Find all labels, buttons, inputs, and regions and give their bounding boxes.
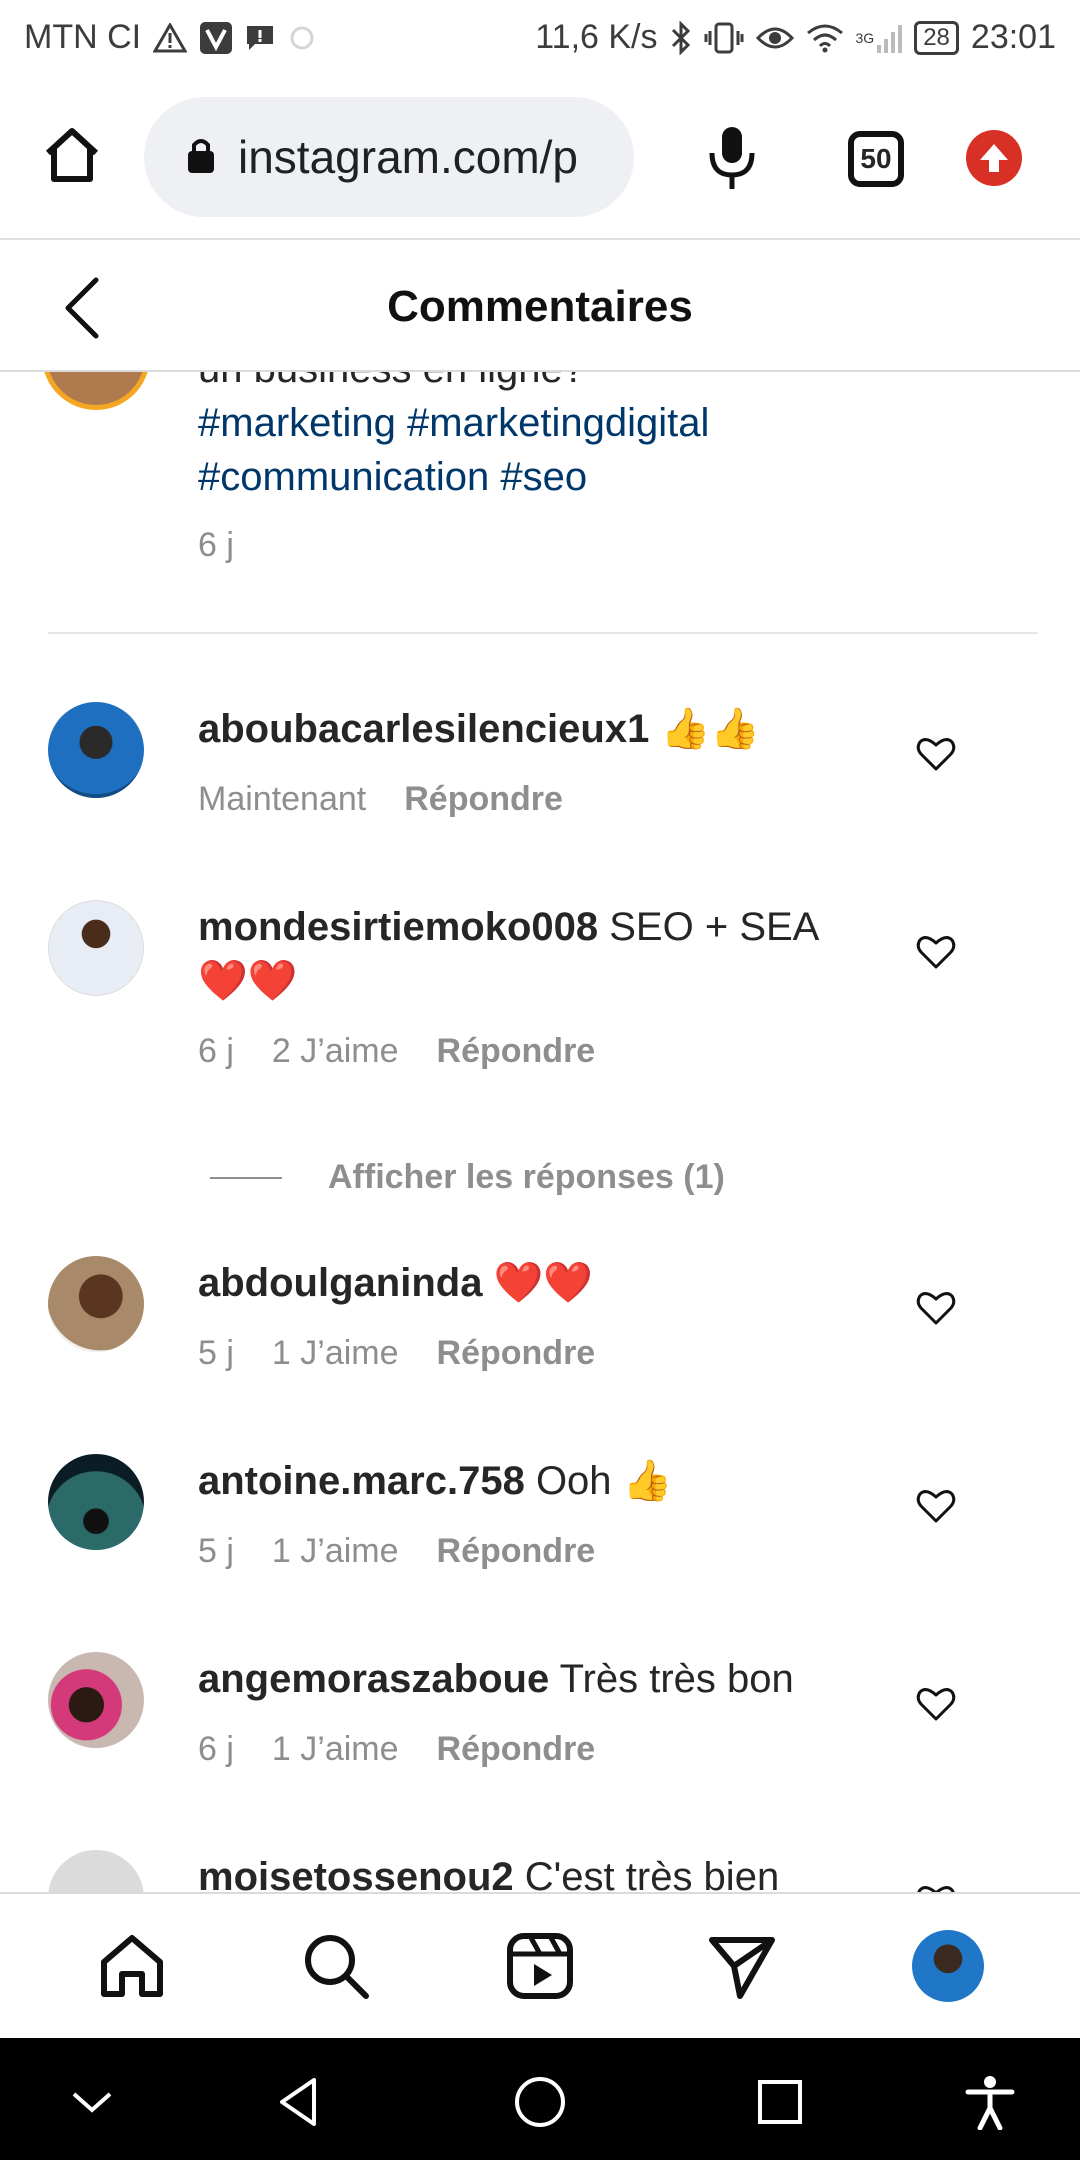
heart-icon[interactable] <box>916 1290 956 1326</box>
status-bar: MTN CI 11,6 K/s 3G 28 23:01 <box>0 0 1080 75</box>
reply-button[interactable]: Répondre <box>437 1532 596 1571</box>
search-icon[interactable] <box>300 1930 372 2002</box>
update-arrow-icon[interactable] <box>966 130 1022 186</box>
direct-message-icon[interactable] <box>706 1930 778 2002</box>
comment-time: 5 j <box>198 1334 234 1372</box>
comment-username[interactable]: aboubacarlesilencieux1 <box>198 707 649 751</box>
comment-likes[interactable]: 1 J’aime <box>272 1532 399 1571</box>
heart-icon[interactable] <box>916 736 956 772</box>
comment-text: mondesirtiemoko008 SEO + SEA ❤️❤️ <box>198 905 818 1003</box>
chevron-down-icon[interactable] <box>64 2074 120 2130</box>
comment-meta: Maintenant Répondre <box>198 780 563 819</box>
recents-square-icon[interactable] <box>752 2074 808 2130</box>
heart-icon[interactable] <box>916 1884 956 1892</box>
reply-button[interactable]: Répondre <box>437 1334 596 1373</box>
comment-likes[interactable]: 1 J’aime <box>272 1334 399 1373</box>
network-speed: 11,6 K/s <box>535 18 658 56</box>
browser-toolbar: instagram.com/p 50 <box>0 75 1080 240</box>
avatar[interactable] <box>48 1652 144 1748</box>
comment-meta: 6 j 2 J’aime Répondre <box>198 1032 595 1071</box>
bluetooth-icon <box>670 20 692 55</box>
avatar[interactable] <box>48 900 144 996</box>
comment-text: angemoraszaboue Très très bon <box>198 1657 794 1701</box>
carrier-label: MTN CI <box>24 18 142 56</box>
heart-icon[interactable] <box>916 1686 956 1722</box>
replies-line <box>210 1176 282 1179</box>
post-author-avatar[interactable] <box>42 372 150 410</box>
caption-hashtags-1[interactable]: #marketing #marketingdigital <box>198 396 1048 450</box>
app-v-icon <box>199 21 233 55</box>
comment-time: 5 j <box>198 1532 234 1570</box>
address-bar[interactable]: instagram.com/p <box>144 97 634 217</box>
avatar[interactable] <box>48 1850 144 1892</box>
tabs-count-button[interactable]: 50 <box>848 131 904 187</box>
comment-meta: 5 j 1 J’aime Répondre <box>198 1334 595 1373</box>
comment-likes[interactable]: 1 J’aime <box>272 1730 399 1769</box>
home-circle-icon[interactable] <box>512 2074 568 2130</box>
instagram-bottom-nav <box>0 1892 1080 2038</box>
comment-meta: 5 j 1 J’aime Répondre <box>198 1532 595 1571</box>
comment-username[interactable]: abdoulganinda <box>198 1261 482 1305</box>
signal-icon: 3G <box>856 23 903 53</box>
reels-icon[interactable] <box>504 1930 576 2002</box>
vibrate-icon <box>704 21 744 55</box>
reply-button[interactable]: Répondre <box>437 1032 596 1071</box>
page-title: Commentaires <box>387 282 693 331</box>
reply-button[interactable]: Répondre <box>404 780 563 819</box>
comment-text: antoine.marc.758 Ooh 👍 <box>198 1459 673 1503</box>
comment-meta: 6 j 1 J’aime Répondre <box>198 1730 595 1769</box>
comment-text: moisetossenou2 C'est très bien <box>198 1850 848 1892</box>
comment-time: Maintenant <box>198 780 367 818</box>
comment-username[interactable]: moisetossenou2 <box>198 1855 514 1892</box>
home-icon[interactable] <box>96 1930 168 2002</box>
avatar[interactable] <box>48 702 144 798</box>
warning-icon <box>153 22 188 53</box>
reply-button[interactable]: Répondre <box>437 1730 596 1769</box>
microphone-icon[interactable] <box>704 123 760 193</box>
comment-text: aboubacarlesilencieux1 👍👍 <box>198 707 761 751</box>
comment-time: 6 j <box>198 1730 234 1768</box>
show-replies-button[interactable]: Afficher les réponses (1) <box>210 1158 725 1197</box>
comment-username[interactable]: mondesirtiemoko008 <box>198 905 598 949</box>
comment-time: 6 j <box>198 1032 234 1070</box>
comment-likes[interactable]: 2 J’aime <box>272 1032 399 1071</box>
url-text: instagram.com/p <box>238 131 579 183</box>
back-triangle-icon[interactable] <box>272 2074 328 2130</box>
comments-header: Commentaires <box>0 242 1080 372</box>
eye-icon <box>755 24 794 52</box>
lock-icon <box>186 135 216 180</box>
accessibility-icon[interactable] <box>962 2074 1018 2130</box>
avatar[interactable] <box>48 1454 144 1550</box>
comment-username[interactable]: antoine.marc.758 <box>198 1459 525 1503</box>
avatar[interactable] <box>48 1256 144 1352</box>
android-navigation-bar <box>0 2038 1080 2160</box>
wifi-icon <box>806 23 844 53</box>
notification-icon <box>245 24 275 52</box>
sync-icon <box>287 23 317 53</box>
heart-icon[interactable] <box>916 934 956 970</box>
divider <box>48 632 1038 634</box>
caption-time: 6 j <box>198 526 234 564</box>
clock: 23:01 <box>970 18 1056 56</box>
browser-home-icon[interactable] <box>40 123 104 187</box>
battery-indicator: 28 <box>914 20 959 55</box>
heart-icon[interactable] <box>916 1488 956 1524</box>
post-caption: un business en ligne? #marketing #market… <box>198 372 1048 565</box>
comment-text: abdoulganinda ❤️❤️ <box>198 1261 594 1305</box>
caption-hashtags-2[interactable]: #communication #seo <box>198 450 1048 504</box>
comments-list[interactable]: un business en ligne? #marketing #market… <box>0 372 1080 1892</box>
profile-avatar[interactable] <box>912 1930 984 2002</box>
comment-username[interactable]: angemoraszaboue <box>198 1657 549 1701</box>
caption-text: un business en ligne? <box>198 372 1048 396</box>
